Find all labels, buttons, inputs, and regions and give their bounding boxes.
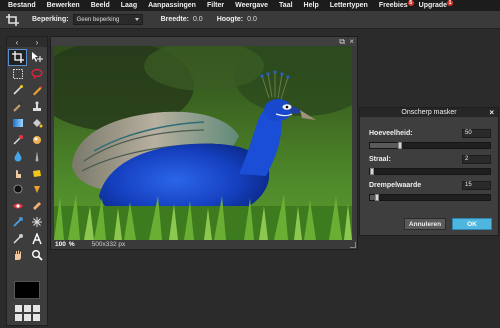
- chevron-left-icon[interactable]: ‹: [16, 38, 19, 47]
- width-input[interactable]: 0.0: [193, 16, 203, 23]
- unsharp-mask-dialog: Onscherp masker × Hoeveelheid: 50 Straal…: [359, 107, 499, 236]
- image-dimensions: 500x332 px: [91, 241, 126, 248]
- menu-bar: Bestand Bewerken Beeld Laag Aanpassingen…: [0, 0, 500, 11]
- grid-cell: [24, 314, 31, 321]
- paint-bucket-icon[interactable]: [27, 115, 46, 132]
- close-icon[interactable]: ×: [349, 37, 354, 46]
- bandage-icon[interactable]: [27, 198, 46, 215]
- lasso-icon[interactable]: [27, 66, 46, 83]
- brush-icon[interactable]: [8, 99, 27, 116]
- image-window-titlebar[interactable]: ⧉ ×: [51, 37, 357, 46]
- toolbox-header: ‹ ›: [7, 37, 47, 47]
- radius-slider[interactable]: [369, 168, 491, 175]
- heal-icon[interactable]: [27, 132, 46, 149]
- constraint-select[interactable]: Geen beperking: [72, 14, 143, 25]
- drop-icon[interactable]: [8, 148, 27, 165]
- amount-slider[interactable]: [369, 142, 491, 149]
- zoom-icon[interactable]: [27, 247, 46, 264]
- finger-icon[interactable]: [8, 165, 27, 182]
- fill-icon[interactable]: [27, 181, 46, 198]
- tool-grid: [7, 47, 47, 266]
- amount-label: Hoeveelheid:: [369, 130, 413, 137]
- resize-handle-icon[interactable]: [350, 242, 356, 248]
- image-status-bar: 100 % 500x332 px: [54, 240, 355, 249]
- grid-cell: [24, 305, 31, 312]
- view-mode-grid-icon[interactable]: [15, 305, 40, 321]
- menu-freebies-label: Freebies: [378, 2, 408, 9]
- menu-freebies[interactable]: Freebies 5: [378, 0, 414, 9]
- restore-icon[interactable]: ⧉: [339, 37, 345, 46]
- chevron-down-icon: [134, 18, 139, 21]
- text-icon[interactable]: [27, 231, 46, 248]
- crop-icon: [6, 13, 20, 26]
- image-window: ⧉ × 100 % 500x332 px: [50, 36, 358, 250]
- constraint-label: Beperking:: [32, 16, 69, 23]
- options-bar: Beperking: Geen beperking Breedte: 0.0 H…: [0, 11, 500, 29]
- menu-help[interactable]: Help: [304, 2, 319, 9]
- grid-cell: [33, 314, 40, 321]
- threshold-input[interactable]: 15: [462, 181, 491, 190]
- menu-lettertypen[interactable]: Lettertypen: [330, 2, 368, 9]
- slider-thumb[interactable]: [398, 142, 402, 149]
- pencil-icon[interactable]: [27, 82, 46, 99]
- crop-icon[interactable]: [8, 49, 27, 66]
- menu-beeld[interactable]: Beeld: [91, 2, 110, 9]
- peacock-photo[interactable]: [54, 46, 352, 240]
- grid-cell: [15, 305, 22, 312]
- wand-icon[interactable]: [8, 82, 27, 99]
- width-label: Breedte:: [160, 16, 189, 23]
- color-picker-icon[interactable]: [8, 231, 27, 248]
- grid-cell: [33, 305, 40, 312]
- burn-icon[interactable]: [8, 181, 27, 198]
- foreground-color-swatch[interactable]: [14, 281, 40, 299]
- menu-weergave[interactable]: Weergave: [235, 2, 268, 9]
- cancel-button[interactable]: Annuleren: [404, 218, 446, 230]
- zoom-input[interactable]: 100: [55, 241, 66, 248]
- ok-button[interactable]: OK: [452, 218, 492, 230]
- amount-input[interactable]: 50: [462, 129, 491, 138]
- menu-upgrade[interactable]: Upgrade 1: [418, 0, 454, 9]
- hand-icon[interactable]: [8, 247, 27, 264]
- toolbox: ‹ ›: [6, 36, 48, 326]
- eyedropper-icon[interactable]: [8, 132, 27, 149]
- slider-thumb[interactable]: [375, 194, 379, 201]
- gradient-icon[interactable]: [8, 115, 27, 132]
- close-icon[interactable]: ×: [489, 108, 494, 117]
- notification-badge: 5: [407, 0, 414, 6]
- constraint-value: Geen beperking: [76, 16, 120, 23]
- clone-stamp-icon[interactable]: [27, 99, 46, 116]
- dialog-titlebar[interactable]: Onscherp masker ×: [360, 108, 498, 117]
- zoom-unit: %: [68, 241, 75, 248]
- dialog-title: Onscherp masker: [401, 109, 457, 116]
- slider-fill: [370, 143, 400, 148]
- menu-aanpassingen[interactable]: Aanpassingen: [148, 2, 196, 9]
- sponge-icon[interactable]: [27, 165, 46, 182]
- menu-upgrade-label: Upgrade: [418, 2, 448, 9]
- menu-laag[interactable]: Laag: [121, 2, 137, 9]
- notification-badge: 1: [447, 0, 454, 6]
- pinch-icon[interactable]: [8, 214, 27, 231]
- grid-cell: [15, 314, 22, 321]
- slider-thumb[interactable]: [370, 168, 374, 175]
- height-input[interactable]: 0.0: [247, 16, 257, 23]
- menu-taal[interactable]: Taal: [279, 2, 293, 9]
- marquee-icon[interactable]: [8, 66, 27, 83]
- chevron-right-icon[interactable]: ›: [36, 38, 39, 47]
- menu-bewerken[interactable]: Bewerken: [47, 2, 80, 9]
- height-label: Hoogte:: [216, 16, 244, 23]
- menu-bestand[interactable]: Bestand: [8, 2, 36, 9]
- threshold-label: Drempelwaarde: [369, 182, 422, 189]
- dodge-icon[interactable]: [27, 148, 46, 165]
- threshold-slider[interactable]: [369, 194, 491, 201]
- radius-input[interactable]: 2: [462, 155, 491, 164]
- radius-label: Straal:: [369, 156, 391, 163]
- menu-filter[interactable]: Filter: [207, 2, 224, 9]
- move-icon[interactable]: [27, 49, 46, 66]
- eye-icon[interactable]: [8, 198, 27, 215]
- sharpen-icon[interactable]: [27, 214, 46, 231]
